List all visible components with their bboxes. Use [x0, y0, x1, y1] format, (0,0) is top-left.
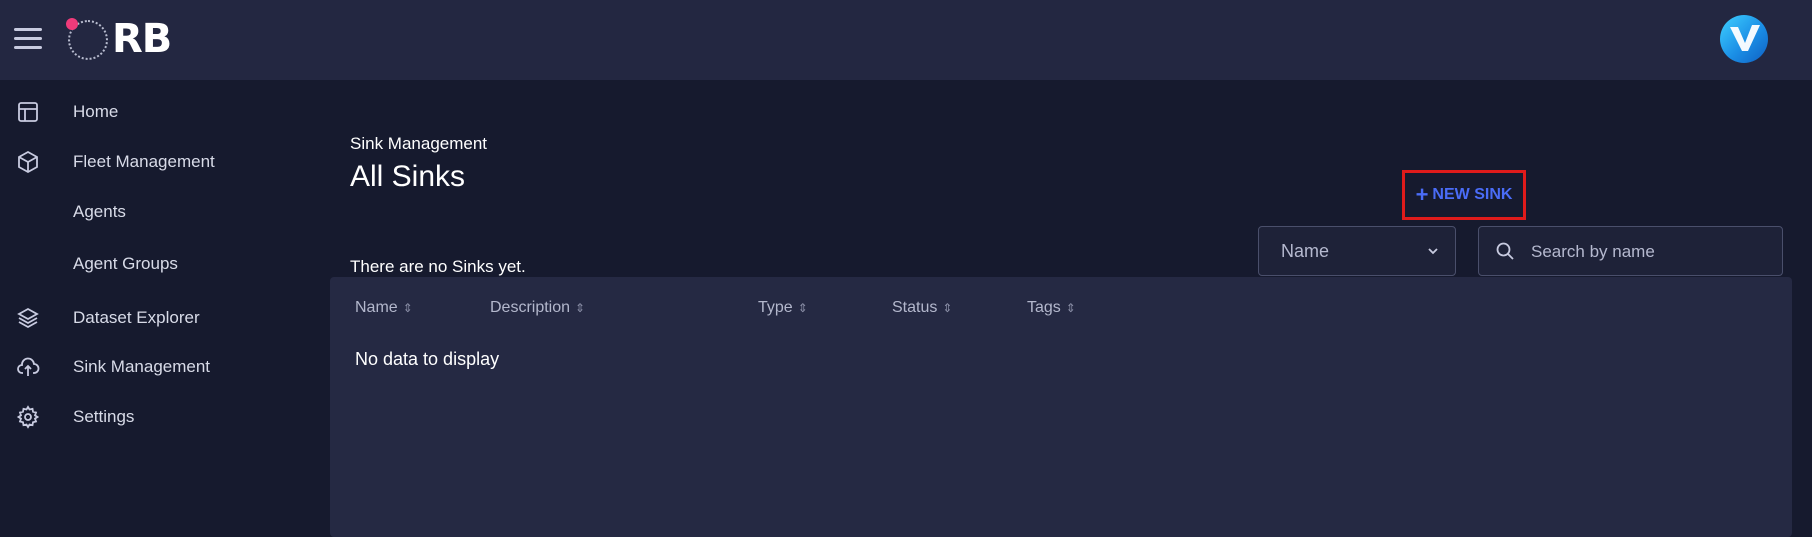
column-header-label: Type	[758, 299, 793, 316]
sort-icon: ⇕	[797, 301, 808, 315]
search-box	[1478, 226, 1783, 276]
sidebar-item-label: Settings	[73, 407, 135, 426]
logo-text: RB	[112, 16, 172, 62]
column-header-label: Tags	[1027, 299, 1061, 316]
empty-state-message: There are no Sinks yet.	[350, 257, 526, 276]
sidebar-item-fleet-management[interactable]: Fleet Management	[0, 138, 330, 186]
sidebar-item-agents[interactable]: Agents	[0, 188, 330, 236]
logo-dot-icon	[66, 18, 78, 30]
page-title: All Sinks	[350, 160, 466, 193]
plus-icon: +	[1415, 182, 1429, 207]
column-header-status[interactable]: Status ⇕	[892, 299, 952, 317]
column-header-name[interactable]: Name ⇕	[355, 299, 413, 317]
hamburger-menu-icon[interactable]	[14, 28, 42, 50]
chevron-down-icon	[1428, 248, 1438, 255]
select-value: Name	[1281, 241, 1330, 261]
sort-icon: ⇕	[942, 301, 953, 315]
column-header-label: Description	[490, 299, 571, 316]
column-header-type[interactable]: Type ⇕	[758, 299, 808, 317]
new-sink-button[interactable]: + NEW SINK	[1402, 170, 1526, 220]
column-header-description[interactable]: Description ⇕	[490, 299, 585, 317]
column-header-tags[interactable]: Tags ⇕	[1027, 299, 1076, 317]
top-bar: RB	[0, 0, 1812, 80]
layout-icon	[18, 102, 38, 122]
sidebar-item-label: Agents	[73, 202, 126, 221]
sidebar-item-settings[interactable]: Settings	[0, 393, 330, 441]
filter-field-select[interactable]: Name	[1258, 226, 1456, 276]
sidebar-item-agent-groups[interactable]: Agent Groups	[0, 240, 330, 288]
gear-icon	[16, 405, 40, 429]
no-data-message: No data to display	[355, 349, 500, 369]
search-input[interactable]	[1529, 237, 1773, 267]
column-header-label: Status	[892, 299, 938, 316]
sidebar-item-label: Sink Management	[73, 357, 211, 376]
layers-icon	[17, 307, 39, 329]
sidebar-item-sink-management[interactable]: Sink Management	[0, 343, 330, 391]
sidebar-item-label: Fleet Management	[73, 152, 215, 171]
sidebar-item-label: Dataset Explorer	[73, 308, 200, 327]
sidebar-item-label: Home	[73, 102, 119, 121]
sidebar-item-label: Agent Groups	[73, 254, 178, 273]
sinks-table: Name ⇕ Description ⇕ Type ⇕ Status ⇕ Tags ⇕ N…	[330, 277, 1792, 537]
cloud-upload-icon	[17, 357, 40, 376]
sidebar-item-home[interactable]: Home	[0, 88, 330, 136]
sort-icon: ⇕	[402, 301, 413, 315]
sidebar: Home Fleet Management Agents Agent Group…	[0, 80, 330, 537]
column-header-label: Name	[355, 299, 398, 316]
sort-icon: ⇕	[1065, 301, 1076, 315]
new-sink-label: NEW SINK	[1432, 186, 1513, 203]
user-avatar-icon[interactable]	[1720, 15, 1768, 63]
breadcrumb[interactable]: Sink Management	[350, 134, 487, 154]
sort-icon: ⇕	[575, 301, 586, 315]
sidebar-item-dataset-explorer[interactable]: Dataset Explorer	[0, 294, 330, 342]
search-icon	[1496, 242, 1514, 260]
cube-icon	[18, 150, 38, 174]
main-content: Sink Management All Sinks There are no S…	[330, 80, 1812, 537]
